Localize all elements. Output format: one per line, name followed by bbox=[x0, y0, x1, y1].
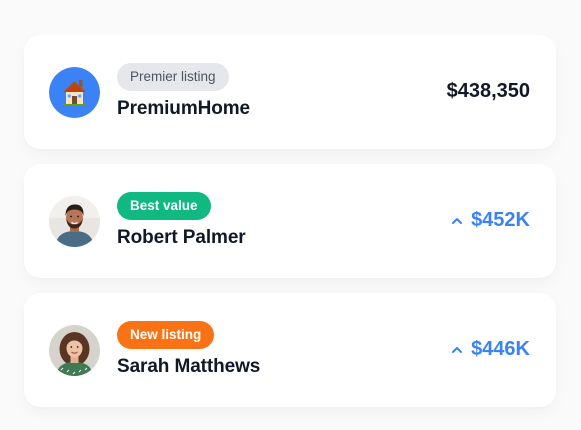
home-avatar bbox=[49, 67, 100, 118]
listing-card-sarah-matthews[interactable]: New listing Sarah Matthews $446K bbox=[24, 293, 556, 407]
listings-page: Premier listing PremiumHome $438,350 Bes… bbox=[0, 0, 581, 430]
listing-name: PremiumHome bbox=[117, 98, 250, 119]
person-avatar bbox=[49, 325, 100, 376]
price-value: $446K bbox=[471, 338, 530, 360]
new-listing-badge: New listing bbox=[117, 321, 215, 349]
price-value: $452K bbox=[471, 209, 530, 231]
sarah-matthews-avatar bbox=[49, 325, 100, 376]
chevron-up-icon bbox=[451, 345, 463, 355]
listing-price: $446K bbox=[451, 338, 530, 361]
listing-name: Robert Palmer bbox=[117, 227, 246, 248]
premier-listing-badge: Premier listing bbox=[117, 63, 229, 91]
listing-card-robert-palmer[interactable]: Best value Robert Palmer $452K bbox=[24, 164, 556, 278]
robert-palmer-avatar bbox=[49, 196, 100, 247]
person-avatar bbox=[49, 196, 100, 247]
listing-name: Sarah Matthews bbox=[117, 356, 261, 377]
listing-price: $438,350 bbox=[447, 80, 530, 103]
house-icon bbox=[49, 67, 100, 118]
listing-card-premiumhome[interactable]: Premier listing PremiumHome $438,350 bbox=[24, 35, 556, 149]
best-value-badge: Best value bbox=[117, 192, 211, 220]
listing-price: $452K bbox=[451, 209, 530, 232]
price-value: $438,350 bbox=[446, 80, 530, 102]
chevron-up-icon bbox=[451, 216, 463, 226]
